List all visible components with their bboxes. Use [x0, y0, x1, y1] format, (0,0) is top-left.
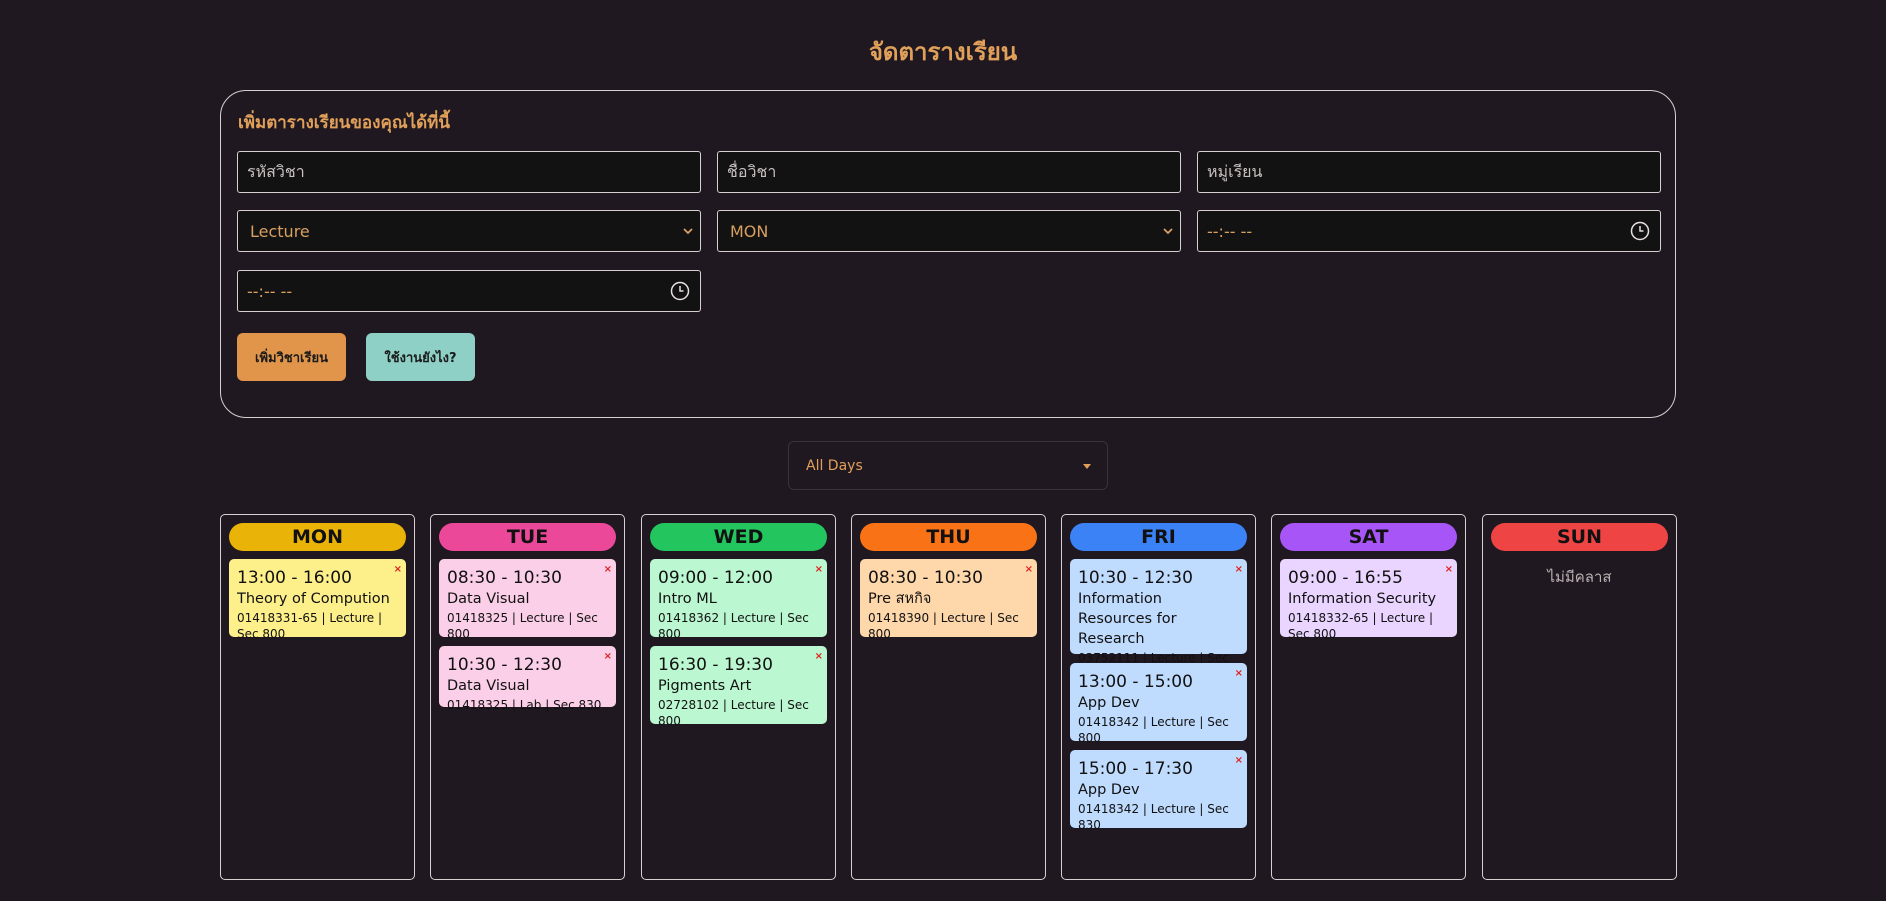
class-card[interactable]: × 10:30 - 12:30 Data Visual 01418325 | Lab … — [439, 646, 616, 712]
class-card[interactable]: × 09:00 - 16:55 Information Security 014183… — [1280, 559, 1457, 641]
class-type-select[interactable]: Lecture — [237, 210, 701, 252]
start-time-input[interactable]: --:-- -- — [1197, 210, 1661, 252]
class-name: Data Visual — [447, 591, 530, 607]
day-column-thu: THU × 08:30 - 10:30 Pre สหกิจ 01418390 | Lec… — [851, 514, 1046, 880]
delete-class-icon[interactable]: × — [394, 565, 402, 575]
class-card[interactable]: × 13:00 - 16:00 Theory of Compution 0141833… — [229, 559, 406, 641]
chevron-down-icon — [1163, 228, 1173, 235]
class-time: 08:30 - 10:30 — [447, 568, 562, 588]
class-name: App Dev — [1078, 782, 1140, 798]
class-time: 08:30 - 10:30 — [868, 568, 983, 588]
help-button[interactable]: ใช้งานยังไง? — [366, 333, 475, 381]
class-meta: 01418342 | Lecture | Sec 830 — [1078, 802, 1229, 832]
class-card[interactable]: × 15:00 - 17:30 App Dev 01418342 | Lecture … — [1070, 750, 1247, 832]
end-time-placeholder: --:-- -- — [247, 281, 293, 301]
class-type-value: Lecture — [250, 221, 310, 241]
course-name-placeholder: ชื่อวิชา — [727, 161, 777, 181]
add-course-button[interactable]: เพิ่มวิชาเรียน — [237, 333, 346, 381]
class-card[interactable]: × 16:30 - 19:30 Pigments Art 02728102 | Lec… — [650, 646, 827, 728]
page-title: จัดตารางเรียน — [868, 38, 1018, 66]
course-code-input[interactable]: รหัสวิชา — [237, 151, 701, 193]
day-filter-dropdown[interactable]: All Days — [788, 441, 1108, 490]
class-time: 10:30 - 12:30 — [447, 655, 562, 675]
section-placeholder: หมู่เรียน — [1207, 161, 1263, 181]
day-header: WED — [650, 523, 827, 551]
delete-class-icon[interactable]: × — [815, 652, 823, 662]
class-name: Pigments Art — [658, 678, 752, 694]
class-time: 16:30 - 19:30 — [658, 655, 773, 675]
delete-class-icon[interactable]: × — [1445, 565, 1453, 575]
day-column-fri: FRI × 10:30 - 12:30 Information Resources f… — [1061, 514, 1256, 880]
delete-class-icon[interactable]: × — [1235, 565, 1243, 575]
class-meta: 01418325 | Lecture | Sec 800 — [447, 611, 598, 641]
add-course-form: เพิ่มตารางเรียนของคุณได้ที่นี้ รหัสวิชา … — [220, 90, 1676, 418]
day-value: MON — [730, 221, 769, 241]
delete-class-icon[interactable]: × — [1025, 565, 1033, 575]
class-time: 10:30 - 12:30 — [1078, 568, 1193, 588]
day-header: SAT — [1280, 523, 1457, 551]
class-meta: 01418342 | Lecture | Sec 800 — [1078, 715, 1229, 745]
class-name: Information Resources for Research — [1078, 591, 1177, 647]
class-card[interactable]: × 10:30 - 12:30 Information Resources for … — [1070, 559, 1247, 681]
day-header: THU — [860, 523, 1037, 551]
class-meta: 01418331-65 | Lecture | Sec 800 — [237, 611, 383, 641]
class-card[interactable]: × 13:00 - 15:00 App Dev 01418342 | Lecture … — [1070, 663, 1247, 745]
delete-class-icon[interactable]: × — [604, 652, 612, 662]
class-name: Intro ML — [658, 591, 717, 607]
clock-icon[interactable] — [670, 281, 690, 301]
day-filter-value: All Days — [806, 457, 863, 474]
class-meta: 01418325 | Lab | Sec 830 — [447, 698, 602, 712]
class-time: 09:00 - 16:55 — [1288, 568, 1403, 588]
delete-class-icon[interactable]: × — [1235, 669, 1243, 679]
course-name-input[interactable]: ชื่อวิชา — [717, 151, 1181, 193]
class-time: 09:00 - 12:00 — [658, 568, 773, 588]
end-time-input[interactable]: --:-- -- — [237, 270, 701, 312]
day-header: TUE — [439, 523, 616, 551]
no-class-text: ไม่มีคลาส — [1547, 568, 1612, 586]
class-time: 15:00 - 17:30 — [1078, 759, 1193, 779]
day-header: SUN — [1491, 523, 1668, 551]
clock-icon[interactable] — [1630, 221, 1650, 241]
day-column-mon: MON × 13:00 - 16:00 Theory of Compution 0141… — [220, 514, 415, 880]
delete-class-icon[interactable]: × — [1235, 756, 1243, 766]
class-name: Pre สหกิจ — [868, 591, 932, 607]
class-meta: 01418362 | Lecture | Sec 800 — [658, 611, 809, 641]
class-meta: 02728102 | Lecture | Sec 800 — [658, 698, 809, 728]
section-input[interactable]: หมู่เรียน — [1197, 151, 1661, 193]
day-column-wed: WED × 09:00 - 12:00 Intro ML 01418362 | Lect… — [641, 514, 836, 880]
start-time-placeholder: --:-- -- — [1207, 221, 1253, 241]
class-time: 13:00 - 15:00 — [1078, 672, 1193, 692]
day-select[interactable]: MON — [717, 210, 1181, 252]
class-meta: 01418390 | Lecture | Sec 800 — [868, 611, 1019, 641]
class-card[interactable]: × 09:00 - 12:00 Intro ML 01418362 | Lecture… — [650, 559, 827, 641]
delete-class-icon[interactable]: × — [815, 565, 823, 575]
course-code-placeholder: รหัสวิชา — [247, 161, 305, 181]
caret-down-icon — [1083, 464, 1091, 469]
day-header: FRI — [1070, 523, 1247, 551]
chevron-down-icon — [683, 228, 693, 235]
class-name: App Dev — [1078, 695, 1140, 711]
class-card[interactable]: × 08:30 - 10:30 Data Visual 01418325 | Lect… — [439, 559, 616, 641]
day-header: MON — [229, 523, 406, 551]
day-column-sun: SUN ไม่มีคลาส — [1482, 514, 1677, 880]
class-name: Theory of Compution — [237, 591, 390, 607]
day-column-sat: SAT × 09:00 - 16:55 Information Security 014… — [1271, 514, 1466, 880]
class-name: Data Visual — [447, 678, 530, 694]
day-column-tue: TUE × 08:30 - 10:30 Data Visual 01418325 | L… — [430, 514, 625, 880]
class-card[interactable]: × 08:30 - 10:30 Pre สหกิจ 01418390 | Lectur… — [860, 559, 1037, 641]
class-time: 13:00 - 16:00 — [237, 568, 352, 588]
delete-class-icon[interactable]: × — [604, 565, 612, 575]
form-heading: เพิ่มตารางเรียนของคุณได้ที่นี้ — [238, 113, 451, 133]
class-meta: 01418332-65 | Lecture | Sec 800 — [1288, 611, 1434, 641]
class-name: Information Security — [1288, 591, 1437, 607]
